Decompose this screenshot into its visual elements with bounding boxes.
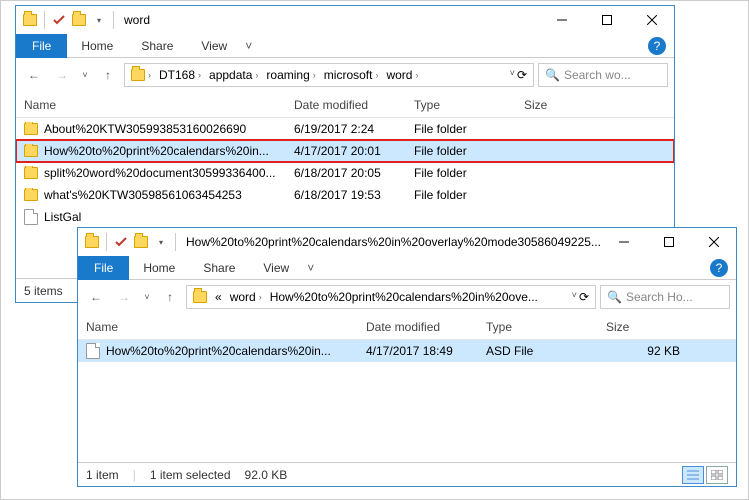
search-icon: 🔍 <box>607 290 622 304</box>
col-name[interactable]: Name <box>78 314 358 339</box>
forward-button[interactable]: → <box>50 63 74 87</box>
table-row[interactable]: How%20to%20print%20calendars%20in... 4/1… <box>16 140 674 162</box>
app-folder-icon <box>22 12 38 28</box>
search-icon: 🔍 <box>545 68 560 82</box>
search-input[interactable]: 🔍 Search wo... <box>538 63 668 87</box>
view-thumbnails-icon[interactable] <box>706 466 728 484</box>
qat-newfolder-icon[interactable] <box>71 12 87 28</box>
forward-button[interactable]: → <box>112 285 136 309</box>
breadcrumb-seg[interactable]: word <box>386 68 412 82</box>
breadcrumb-seg[interactable]: DT168 <box>159 68 195 82</box>
minimize-button[interactable] <box>539 6 584 34</box>
table-row[interactable]: ListGal <box>16 206 674 228</box>
titlebar: ▾ word <box>16 6 674 34</box>
maximize-button[interactable] <box>646 228 691 256</box>
file-tab[interactable]: File <box>78 256 129 280</box>
back-button[interactable]: ← <box>84 285 108 309</box>
col-type[interactable]: Type <box>478 314 598 339</box>
breadcrumb-seg[interactable]: microsoft <box>324 68 373 82</box>
breadcrumb-seg[interactable]: roaming <box>266 68 309 82</box>
col-size[interactable]: Size <box>598 314 688 339</box>
breadcrumb-overflow[interactable]: « <box>215 290 222 304</box>
addr-folder-icon <box>193 291 207 303</box>
view-tab[interactable]: View <box>187 34 241 58</box>
breadcrumb-seg[interactable]: word <box>230 290 256 304</box>
col-size[interactable]: Size <box>516 92 596 117</box>
search-input[interactable]: 🔍 Search Ho... <box>600 285 730 309</box>
table-row[interactable]: About%20KTW305993853160026690 6/19/2017 … <box>16 118 674 140</box>
maximize-button[interactable] <box>584 6 629 34</box>
search-placeholder: Search Ho... <box>626 290 693 304</box>
search-placeholder: Search wo... <box>564 68 631 82</box>
home-tab[interactable]: Home <box>67 34 127 58</box>
status-text: 5 items <box>24 284 63 298</box>
qat-properties-icon[interactable] <box>113 234 129 250</box>
up-button[interactable]: ↑ <box>158 285 182 309</box>
help-icon[interactable]: ? <box>648 37 666 55</box>
titlebar: ▾ How%20to%20print%20calendars%20in%20ov… <box>78 228 736 256</box>
window-title: How%20to%20print%20calendars%20in%20over… <box>186 235 601 249</box>
app-folder-icon <box>84 234 100 250</box>
file-icon <box>24 209 38 225</box>
folder-icon <box>24 167 38 179</box>
folder-icon <box>24 189 38 201</box>
ribbon-expand-icon[interactable]: ˅ <box>245 39 252 53</box>
window-title: word <box>124 13 539 27</box>
back-button[interactable]: ← <box>22 63 46 87</box>
view-details-icon[interactable] <box>682 466 704 484</box>
address-bar[interactable]: › DT168› appdata› roaming› microsoft› wo… <box>124 63 534 87</box>
up-button[interactable]: ↑ <box>96 63 120 87</box>
close-button[interactable] <box>691 228 736 256</box>
ribbon: File Home Share View ˅ ? <box>16 34 674 58</box>
folder-icon <box>24 145 38 157</box>
minimize-button[interactable] <box>601 228 646 256</box>
recent-dropdown-icon[interactable]: ˅ <box>140 285 154 309</box>
table-row[interactable]: How%20to%20print%20calendars%20in... 4/1… <box>78 340 736 362</box>
share-tab[interactable]: Share <box>127 34 187 58</box>
refresh-icon[interactable]: ⟳ <box>517 68 527 82</box>
folder-icon <box>24 123 38 135</box>
ribbon-expand-icon[interactable]: ˅ <box>307 261 314 275</box>
file-tab[interactable]: File <box>16 34 67 58</box>
addr-folder-icon <box>131 69 145 81</box>
table-row[interactable]: split%20word%20document30599336400... 6/… <box>16 162 674 184</box>
qat-properties-icon[interactable] <box>51 12 67 28</box>
breadcrumb-seg[interactable]: How%20to%20print%20calendars%20in%20ove.… <box>270 290 538 304</box>
col-date[interactable]: Date modified <box>286 92 406 117</box>
qat-dropdown-icon[interactable]: ▾ <box>153 234 169 250</box>
status-selected: 1 item selected <box>150 468 231 482</box>
help-icon[interactable]: ? <box>710 259 728 277</box>
view-tab[interactable]: View <box>249 256 303 280</box>
breadcrumb-seg[interactable]: appdata <box>209 68 252 82</box>
recent-dropdown-icon[interactable]: ˅ <box>78 63 92 87</box>
column-headers[interactable]: Name Date modified Type Size <box>16 92 674 118</box>
ribbon: File Home Share View ˅ ? <box>78 256 736 280</box>
table-row[interactable]: what's%20KTW30598561063454253 6/18/2017 … <box>16 184 674 206</box>
status-text: 1 item <box>86 468 119 482</box>
col-name[interactable]: Name <box>16 92 286 117</box>
addr-dropdown-icon[interactable]: ˅ <box>510 68 515 82</box>
close-button[interactable] <box>629 6 674 34</box>
home-tab[interactable]: Home <box>129 256 189 280</box>
qat-dropdown-icon[interactable]: ▾ <box>91 12 107 28</box>
column-headers[interactable]: Name Date modified Type Size <box>78 314 736 340</box>
addr-dropdown-icon[interactable]: ˅ <box>572 290 577 304</box>
status-bar: 1 item | 1 item selected 92.0 KB <box>78 462 736 486</box>
qat-newfolder-icon[interactable] <box>133 234 149 250</box>
file-icon <box>86 343 100 359</box>
refresh-icon[interactable]: ⟳ <box>579 290 589 304</box>
address-bar[interactable]: « word› How%20to%20print%20calendars%20i… <box>186 285 596 309</box>
col-date[interactable]: Date modified <box>358 314 478 339</box>
status-size: 92.0 KB <box>245 468 288 482</box>
share-tab[interactable]: Share <box>189 256 249 280</box>
col-type[interactable]: Type <box>406 92 516 117</box>
